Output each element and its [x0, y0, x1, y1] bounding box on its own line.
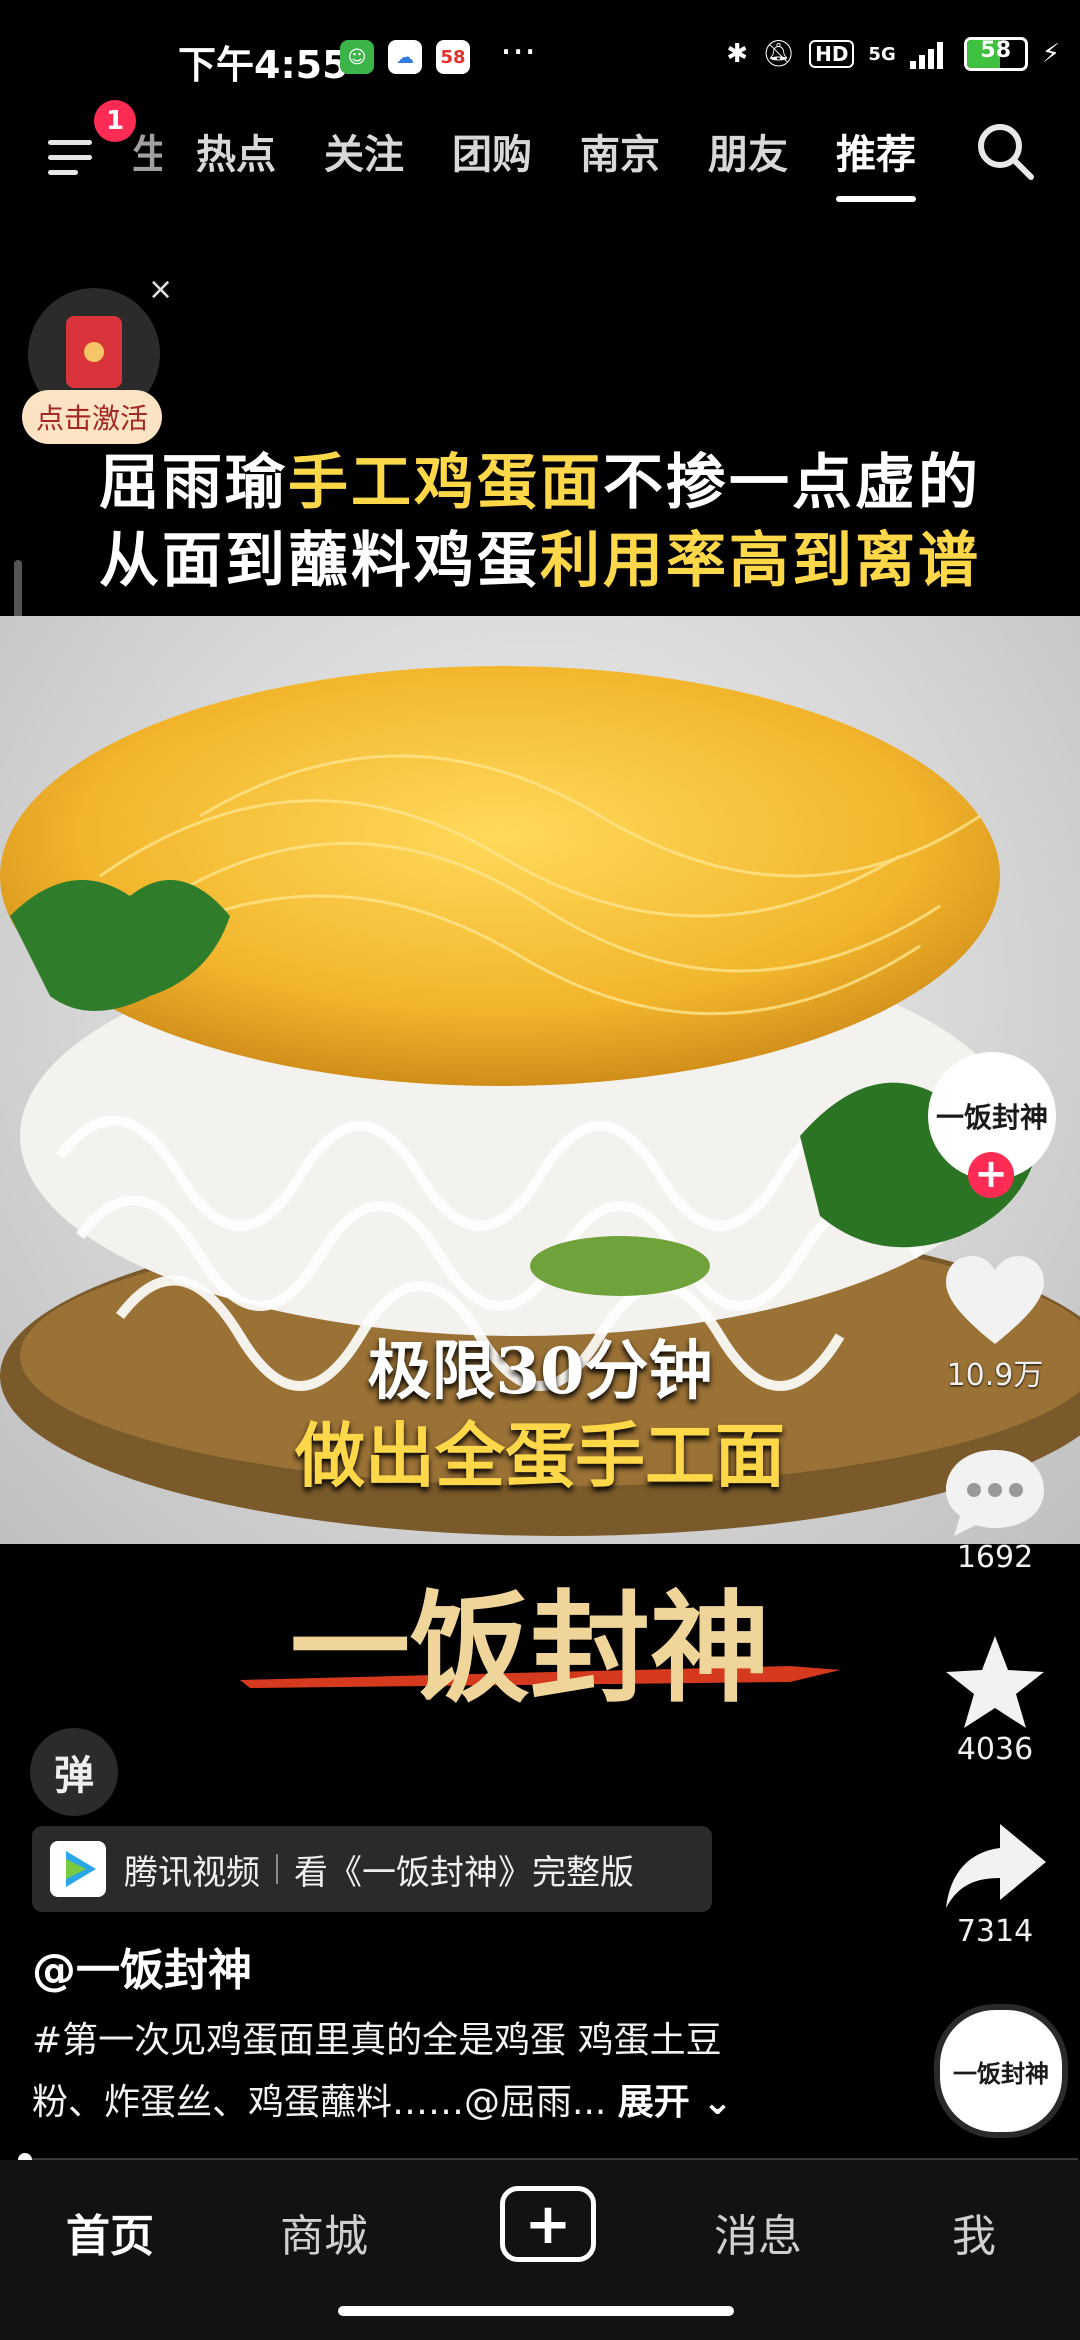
favorites-count: 4036: [956, 1732, 1034, 1767]
battery-icon: 58: [963, 37, 1028, 71]
music-disc[interactable]: 一饭封神: [934, 2004, 1068, 2138]
nav-home[interactable]: 首页: [66, 2200, 154, 2264]
ad-text: 看《一饭封神》完整版: [294, 1852, 634, 1893]
network-label: 5G: [868, 43, 896, 65]
author-name[interactable]: @一饭封神: [32, 1934, 252, 1998]
home-indicator: [338, 2306, 734, 2316]
battery-level: 58: [980, 38, 1012, 63]
tab-6[interactable]: 推荐: [836, 122, 916, 202]
headline-line-2: 从面到蘸料鸡蛋利用率高到离谱: [0, 512, 1080, 599]
expand-button[interactable]: 展开 ⌄: [618, 2082, 733, 2123]
tab-5[interactable]: 朋友: [708, 122, 788, 180]
nav-mall[interactable]: 商城: [280, 2200, 368, 2264]
nav-messages[interactable]: 消息: [714, 2200, 802, 2264]
cloud-app-icon: ☁: [388, 40, 422, 74]
headline-segment: 手工鸡蛋面: [288, 448, 603, 518]
tab-2[interactable]: 关注: [324, 122, 404, 180]
create-button[interactable]: +: [500, 2186, 596, 2262]
follow-button[interactable]: +: [968, 1152, 1014, 1198]
notification-badge: 1: [94, 100, 136, 142]
danmaku-button[interactable]: 弹: [30, 1728, 118, 1816]
headline-segment: 屈雨瑜: [99, 448, 288, 518]
bluetooth-icon: ✱: [726, 39, 749, 69]
description-line-2: 粉、炸蛋丝、鸡蛋蘸料……@屈雨...: [32, 2082, 607, 2123]
tencent-video-icon: [50, 1841, 106, 1897]
top-nav: 生热点 关注 团购 南京 朋友 推荐: [0, 110, 1080, 220]
status-right-group: ✱ 🔕︎ HD 5G 58 ⚡: [726, 32, 1060, 76]
video-caption-1: 极限30分钟: [367, 1334, 713, 1409]
menu-icon[interactable]: [48, 130, 104, 186]
hd-icon: HD: [809, 40, 855, 68]
ad-divider: [276, 1854, 278, 1884]
app58-icon: 58: [436, 40, 470, 74]
tencent-video-ad[interactable]: 腾讯视频 看《一饭封神》完整版: [32, 1826, 712, 1912]
headline-line-1: 屈雨瑜手工鸡蛋面不掺一点虚的: [0, 434, 1080, 521]
headline-segment: 不掺一点虚的: [603, 448, 981, 518]
close-icon[interactable]: ×: [148, 272, 173, 307]
expand-label: 展开: [617, 2082, 690, 2123]
comments-count: 1692: [956, 1540, 1034, 1575]
nav-me[interactable]: 我: [952, 2200, 996, 2264]
tab-1[interactable]: 热点: [196, 122, 276, 180]
headline-segment: 利用率高到离谱: [540, 526, 981, 596]
signal-icon: [909, 42, 943, 69]
search-icon[interactable]: [974, 120, 1036, 182]
likes-count: 10.9万: [946, 1358, 1044, 1393]
comment-icon[interactable]: [940, 1442, 1050, 1542]
favorite-star-icon[interactable]: [940, 1632, 1050, 1732]
ad-app-name: 腾讯视频: [124, 1852, 260, 1893]
red-envelope-icon: [66, 316, 122, 388]
shares-count: 7314: [956, 1914, 1034, 1949]
headline-segment: 从面到蘸料鸡蛋: [99, 526, 540, 596]
status-bar: 下午4:55 ☺ ☁ 58 ··· ✱ 🔕︎ HD 5G 58 ⚡: [0, 0, 1080, 110]
video-description[interactable]: #第一次见鸡蛋面里真的全是鸡蛋 鸡蛋土豆 粉、炸蛋丝、鸡蛋蘸料……@屈雨... …: [32, 2010, 852, 2134]
brand-text: 一饭封神: [290, 1578, 770, 1719]
wechat-app-icon: ☺: [340, 40, 374, 74]
tab-3[interactable]: 团购: [452, 122, 532, 180]
tab-0[interactable]: 生: [132, 122, 162, 180]
video-caption-2: 做出全蛋手工面: [295, 1414, 785, 1497]
description-line-1: #第一次见鸡蛋面里真的全是鸡蛋 鸡蛋土豆: [32, 2020, 722, 2061]
charging-icon: ⚡: [1041, 39, 1060, 69]
tab-4[interactable]: 南京: [580, 122, 660, 180]
share-arrow-icon[interactable]: [940, 1818, 1050, 1918]
feed-tabs: 生热点 关注 团购 南京 朋友 推荐: [132, 122, 916, 202]
status-time: 下午4:55: [178, 43, 349, 87]
mute-bell-icon: 🔕︎: [762, 39, 796, 69]
brand-logo: 一饭封神: [240, 1578, 840, 1719]
like-heart-icon[interactable]: [940, 1252, 1050, 1352]
more-notifications-icon: ···: [500, 30, 537, 74]
